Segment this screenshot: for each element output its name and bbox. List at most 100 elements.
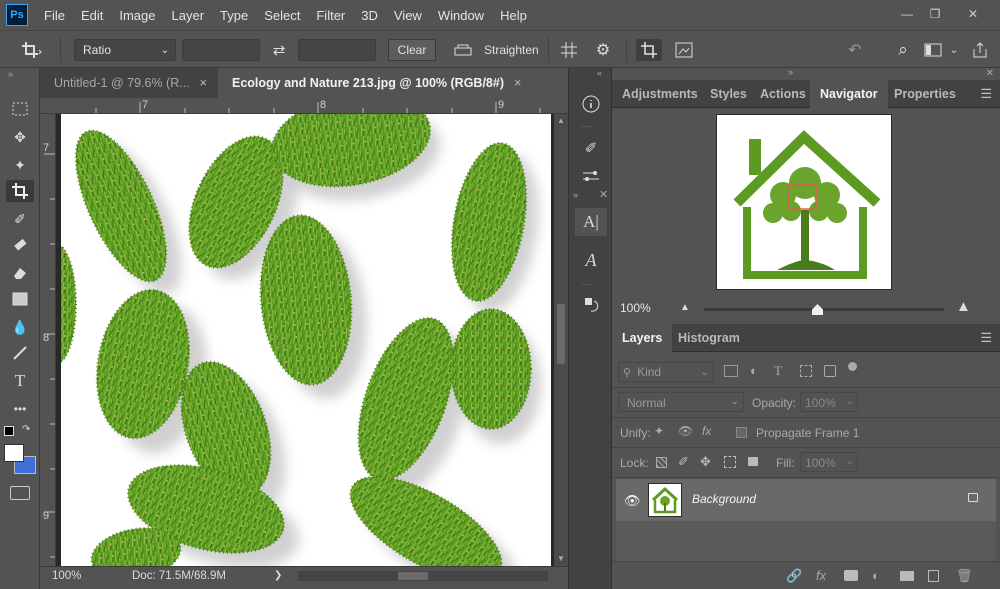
- filter-toggle-icon[interactable]: [848, 362, 857, 371]
- gear-icon[interactable]: ⚙: [592, 39, 614, 61]
- blur-icon[interactable]: 💧: [6, 316, 34, 338]
- tab-untitled-1[interactable]: Untitled-1 @ 79.6% (R... ×: [40, 68, 218, 98]
- menu-filter[interactable]: Filter: [316, 8, 345, 23]
- clear-button[interactable]: Clear: [388, 39, 436, 61]
- workspace-chevron-icon[interactable]: ⌄: [948, 39, 960, 61]
- marquee-icon[interactable]: [6, 98, 34, 120]
- new-layer-icon[interactable]: [928, 570, 939, 582]
- tab-adjustments[interactable]: Adjustments: [612, 80, 708, 108]
- zoom-slider[interactable]: [704, 304, 944, 315]
- grid-overlay-icon[interactable]: [558, 39, 580, 61]
- scrollbar-thumb[interactable]: [398, 572, 428, 580]
- menu-layer[interactable]: Layer: [172, 8, 205, 23]
- more-tools-icon[interactable]: •••: [6, 398, 34, 420]
- menu-file[interactable]: File: [44, 8, 65, 23]
- close-group-icon[interactable]: ✕: [599, 188, 608, 201]
- history-icon[interactable]: [575, 290, 607, 318]
- search-icon[interactable]: ⌕: [892, 39, 914, 61]
- healing-icon[interactable]: [6, 234, 34, 256]
- lock-transparent-icon[interactable]: [656, 457, 667, 468]
- vertical-scrollbar[interactable]: ▲ ▼: [554, 114, 568, 566]
- height-field[interactable]: [298, 39, 376, 61]
- layer-name[interactable]: Background: [692, 492, 756, 506]
- navigator-preview[interactable]: [716, 114, 892, 290]
- menu-view[interactable]: View: [394, 8, 422, 23]
- filter-shape-icon[interactable]: [800, 365, 812, 377]
- ratio-dropdown[interactable]: Ratio ⌄: [74, 39, 176, 61]
- crop-tool-preset-icon[interactable]: [14, 39, 50, 61]
- restore-button[interactable]: ❐: [922, 4, 948, 24]
- character-icon[interactable]: A|: [575, 208, 607, 236]
- filter-pixel-icon[interactable]: [724, 365, 738, 377]
- gradient-icon[interactable]: [6, 288, 34, 310]
- brush-icon[interactable]: ✐: [6, 208, 34, 230]
- eye-icon[interactable]: 👁: [624, 493, 641, 509]
- expand-panels-icon[interactable]: «: [597, 68, 602, 78]
- fill-field[interactable]: 100% ⌄: [800, 452, 858, 472]
- swap-icon[interactable]: ⇄: [268, 39, 290, 61]
- straighten-icon[interactable]: [452, 39, 474, 61]
- layer-row-background[interactable]: 👁 Background: [616, 479, 996, 521]
- brushes-icon[interactable]: [575, 162, 607, 190]
- zoom-in-icon[interactable]: ▲: [956, 298, 971, 315]
- glyphs-icon[interactable]: A: [575, 246, 607, 274]
- add-mask-icon[interactable]: [844, 570, 858, 581]
- filter-smart-object-icon[interactable]: [824, 365, 836, 377]
- document-image[interactable]: [61, 114, 551, 566]
- tab-histogram[interactable]: Histogram: [668, 324, 750, 352]
- lock-all-icon[interactable]: [748, 457, 758, 466]
- tab-navigator[interactable]: Navigator: [810, 80, 888, 108]
- menu-edit[interactable]: Edit: [81, 8, 103, 23]
- straighten-label[interactable]: Straighten: [484, 39, 539, 61]
- menu-help[interactable]: Help: [500, 8, 527, 23]
- lock-pixels-icon[interactable]: ✐: [678, 454, 689, 470]
- panel-menu-icon[interactable]: ☰: [980, 86, 992, 102]
- move-icon[interactable]: ✥: [6, 126, 34, 148]
- content-aware-icon[interactable]: [672, 39, 696, 61]
- menu-type[interactable]: Type: [220, 8, 248, 23]
- zoom-slider-handle[interactable]: [812, 304, 823, 315]
- foreground-color-swatch[interactable]: [4, 444, 24, 462]
- status-menu-icon[interactable]: ❯: [274, 570, 282, 581]
- zoom-out-icon[interactable]: ▲: [680, 302, 690, 313]
- scrollbar-thumb[interactable]: [557, 304, 565, 364]
- collapse-dock-icon[interactable]: »: [788, 67, 793, 77]
- tab-styles[interactable]: Styles: [700, 80, 757, 108]
- opacity-field[interactable]: 100% ⌄: [800, 392, 858, 412]
- brush-settings-icon[interactable]: ✐: [575, 134, 607, 162]
- new-adjustment-icon[interactable]: ◐: [872, 568, 880, 583]
- canvas-area[interactable]: [56, 114, 554, 566]
- scroll-down-icon[interactable]: ▼: [557, 554, 565, 563]
- unify-visibility-icon[interactable]: 👁: [678, 424, 693, 438]
- tab-properties[interactable]: Properties: [884, 80, 966, 108]
- tab-ecology-and-nature[interactable]: Ecology and Nature 213.jpg @ 100% (RGB/8…: [218, 68, 568, 98]
- horizontal-scrollbar[interactable]: [298, 571, 548, 581]
- close-dock-icon[interactable]: ✕: [986, 68, 994, 79]
- workspace-icon[interactable]: [922, 39, 944, 61]
- add-style-icon[interactable]: fx: [816, 568, 826, 583]
- tab-actions[interactable]: Actions: [750, 80, 816, 108]
- new-group-icon[interactable]: [900, 571, 914, 581]
- unify-position-icon[interactable]: ✦: [654, 424, 664, 438]
- delete-layer-icon[interactable]: 🗑: [956, 568, 973, 584]
- close-tab-icon[interactable]: ×: [514, 76, 521, 90]
- menu-3d[interactable]: 3D: [361, 8, 378, 23]
- filter-adjustment-icon[interactable]: ◐: [750, 363, 758, 378]
- link-layers-icon[interactable]: 🔗: [786, 568, 802, 584]
- type-icon[interactable]: T: [6, 370, 34, 392]
- filter-type-icon[interactable]: T: [774, 363, 782, 379]
- eraser-icon[interactable]: [6, 262, 34, 284]
- crop-icon[interactable]: [6, 180, 34, 202]
- share-icon[interactable]: [968, 39, 992, 61]
- menu-select[interactable]: Select: [264, 8, 300, 23]
- navigator-zoom-value[interactable]: 100%: [620, 301, 651, 315]
- lock-artboard-icon[interactable]: [724, 456, 736, 468]
- swap-colors-icon[interactable]: ↷: [22, 424, 30, 435]
- zoom-level[interactable]: 100%: [52, 570, 81, 582]
- close-window-button[interactable]: ✕: [960, 4, 986, 24]
- close-tab-icon[interactable]: ×: [200, 76, 207, 90]
- minimize-button[interactable]: —: [894, 4, 920, 24]
- undo-icon[interactable]: ↶: [844, 39, 866, 61]
- collapse-icon[interactable]: »: [8, 69, 13, 79]
- propagate-checkbox[interactable]: [736, 427, 747, 438]
